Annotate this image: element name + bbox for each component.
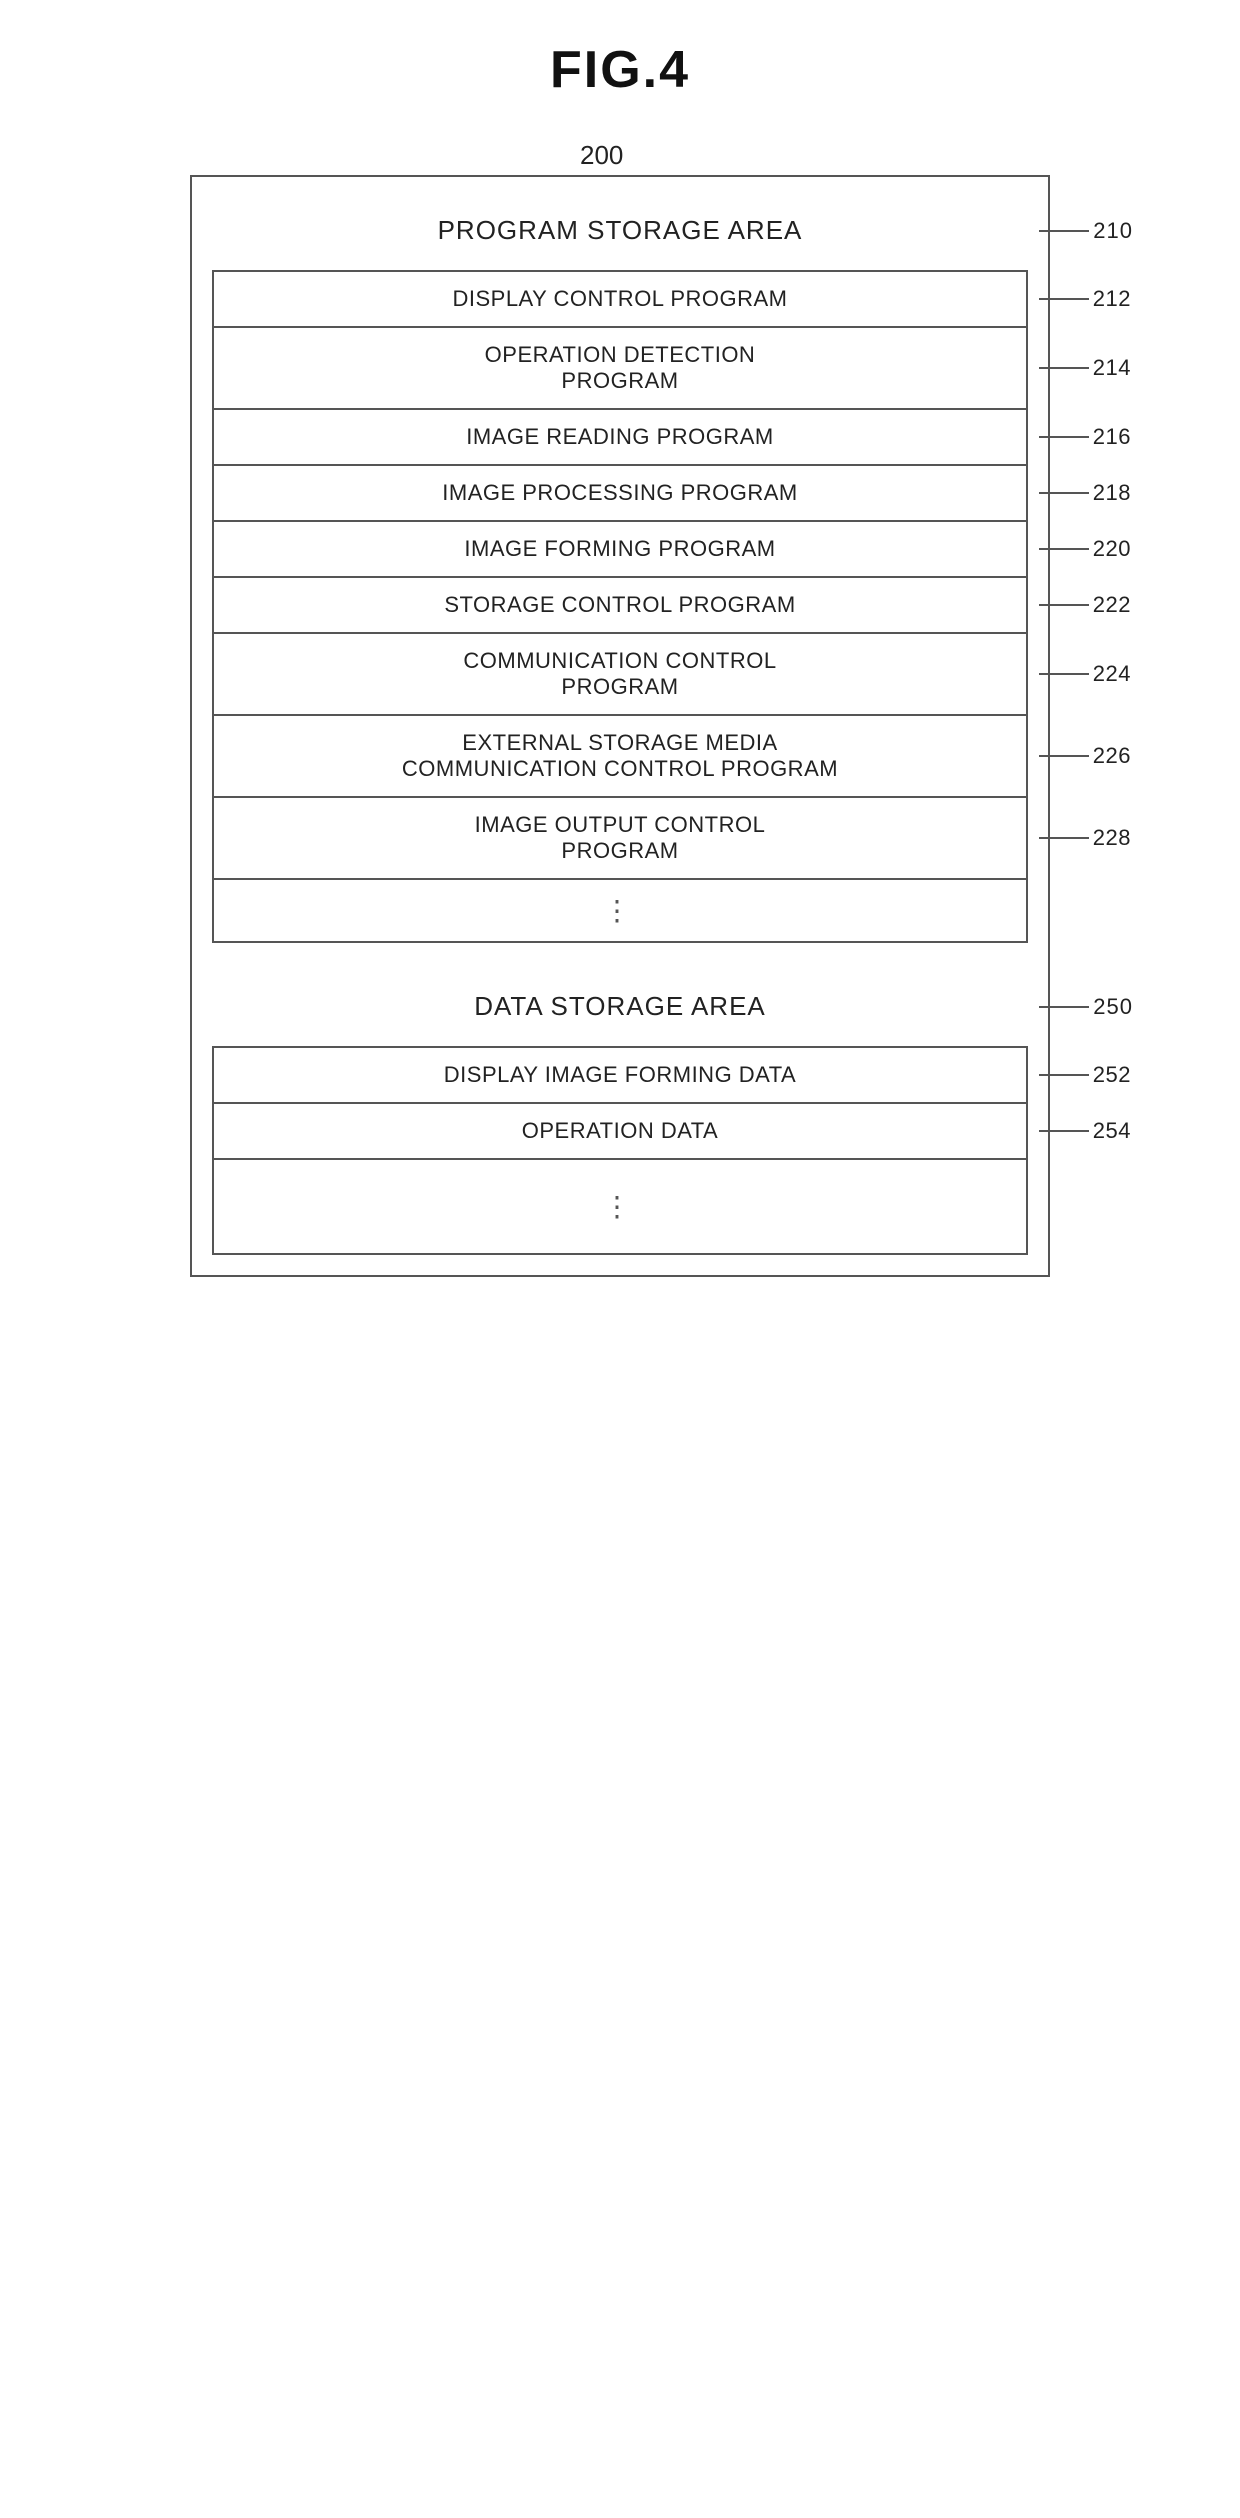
storage-control-program-row: STORAGE CONTROL PROGRAM 222 xyxy=(214,578,1026,634)
ref-222: 222 xyxy=(1093,592,1131,618)
program-storage-label: PROGRAM STORAGE AREA 210 xyxy=(212,197,1028,264)
main-ref-label: 200 xyxy=(580,140,1050,171)
communication-control-program-row: COMMUNICATION CONTROLPROGRAM 224 xyxy=(214,634,1026,716)
ref-228: 228 xyxy=(1093,825,1131,851)
data-inner-box: DISPLAY IMAGE FORMING DATA 252 OPERATION… xyxy=(212,1046,1028,1255)
ref-226: 226 xyxy=(1093,743,1131,769)
external-storage-media-program-row: EXTERNAL STORAGE MEDIACOMMUNICATION CONT… xyxy=(214,716,1026,798)
ref-224: 224 xyxy=(1093,661,1131,687)
programs-inner-box: DISPLAY CONTROL PROGRAM 212 OPERATION DE… xyxy=(212,270,1028,943)
program-dots: ⋮ xyxy=(214,880,1026,941)
page-container: FIG.4 200 PROGRAM STORAGE AREA 210 DISPL… xyxy=(120,40,1120,1307)
display-control-program-row: DISPLAY CONTROL PROGRAM 212 xyxy=(214,272,1026,328)
ref-254: 254 xyxy=(1093,1118,1131,1144)
image-output-control-program-row: IMAGE OUTPUT CONTROLPROGRAM 228 xyxy=(214,798,1026,880)
data-storage-ref: 250 xyxy=(1093,994,1133,1020)
data-storage-section: DATA STORAGE AREA 250 DISPLAY IMAGE FORM… xyxy=(212,973,1028,1255)
image-reading-program-row: IMAGE READING PROGRAM 216 xyxy=(214,410,1026,466)
program-storage-ref: 210 xyxy=(1093,218,1133,244)
operation-detection-program-row: OPERATION DETECTIONPROGRAM 214 xyxy=(214,328,1026,410)
display-image-forming-data-row: DISPLAY IMAGE FORMING DATA 252 xyxy=(214,1048,1026,1104)
ref-212: 212 xyxy=(1093,286,1131,312)
image-processing-program-row: IMAGE PROCESSING PROGRAM 218 xyxy=(214,466,1026,522)
program-storage-section: PROGRAM STORAGE AREA 210 DISPLAY CONTROL… xyxy=(212,197,1028,943)
ref-218: 218 xyxy=(1093,480,1131,506)
figure-title: FIG.4 xyxy=(550,40,690,100)
data-storage-label: DATA STORAGE AREA 250 xyxy=(212,973,1028,1040)
ref-252: 252 xyxy=(1093,1062,1131,1088)
data-dots: ⋮ xyxy=(214,1160,1026,1253)
outer-box: PROGRAM STORAGE AREA 210 DISPLAY CONTROL… xyxy=(190,175,1050,1277)
ref-220: 220 xyxy=(1093,536,1131,562)
ref-216: 216 xyxy=(1093,424,1131,450)
image-forming-program-row: IMAGE FORMING PROGRAM 220 xyxy=(214,522,1026,578)
ref-214: 214 xyxy=(1093,355,1131,381)
operation-data-row: OPERATION DATA 254 xyxy=(214,1104,1026,1160)
